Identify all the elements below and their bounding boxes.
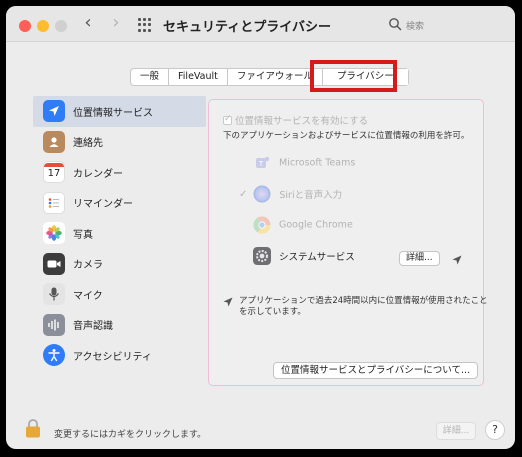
sidebar-item-label: 連絡先: [73, 138, 103, 150]
sidebar-item-contacts[interactable]: 連絡先: [33, 127, 206, 158]
search-input[interactable]: 検索: [406, 19, 424, 32]
privacy-tab-highlight: [310, 60, 397, 92]
lock-icon[interactable]: [25, 418, 41, 438]
list-item-app: ✓ Siriと音声入力: [239, 185, 342, 203]
lock-instruction-text: 変更するにはカギをクリックします。: [54, 430, 207, 440]
location-arrow-icon: [452, 255, 462, 265]
system-services-details-button[interactable]: 詳細...: [399, 251, 440, 266]
sidebar-item-microphone[interactable]: マイク: [33, 279, 206, 310]
sidebar-item-speech-recognition[interactable]: 音声認識: [33, 310, 206, 341]
tab-general[interactable]: 一般: [131, 69, 170, 85]
enable-location-checkbox[interactable]: [223, 114, 232, 125]
sidebar-item-accessibility[interactable]: アクセシビリティ: [33, 340, 206, 371]
search-icon[interactable]: [388, 17, 402, 31]
sidebar-item-label: カメラ: [73, 260, 103, 272]
sidebar-item-label: マイク: [73, 290, 103, 302]
recent-usage-note-line2: を示しています。: [239, 307, 306, 317]
contacts-icon: [43, 130, 65, 153]
photos-icon: [43, 222, 65, 245]
forward-chevron-icon[interactable]: ›: [106, 14, 126, 34]
speech-recognition-icon: [43, 313, 65, 336]
accessibility-icon: [43, 344, 65, 367]
calendar-icon: 17: [43, 161, 65, 184]
panel-description: 下のアプリケーションおよびサービスに位置情報の利用を許可。: [223, 131, 470, 141]
app-name: システムサービス: [279, 252, 355, 263]
recent-usage-note-line1: アプリケーションで過去24時間以内に位置情報が使用されたこと: [239, 296, 488, 306]
sidebar-item-label: アクセシビリティ: [73, 351, 152, 363]
sidebar-item-camera[interactable]: カメラ: [33, 249, 206, 280]
checkmark-icon[interactable]: ✓: [239, 189, 247, 200]
title-bar: ‹ › セキュリティとプライバシー 検索: [6, 6, 515, 42]
list-item-app: システムサービス: [253, 247, 355, 265]
footer-details-button[interactable]: 詳細...: [436, 422, 476, 440]
recent-usage-note: アプリケーションで過去24時間以内に位置情報が使用されたこと を示しています。: [239, 296, 488, 318]
tab-firewall[interactable]: ファイアウォール: [228, 69, 323, 85]
enable-location-checkbox-row[interactable]: 位置情報サービスを有効にする: [223, 113, 368, 127]
location-services-panel: 位置情報サービスを有効にする 下のアプリケーションおよびサービスに位置情報の利用…: [208, 99, 488, 386]
enable-location-label: 位置情報サービスを有効にする: [235, 116, 369, 127]
siri-icon: [253, 185, 271, 203]
sidebar-item-reminders[interactable]: リマインダー: [33, 188, 206, 219]
location-arrow-icon: [223, 297, 233, 307]
list-item-app: T Microsoft Teams: [253, 154, 355, 172]
svg-text:T: T: [258, 160, 264, 168]
calendar-date-label: 17: [47, 168, 61, 180]
tab-filevault[interactable]: FileVault: [169, 69, 228, 85]
window-title: セキュリティとプライバシー: [163, 20, 331, 35]
zoom-button[interactable]: [55, 20, 67, 32]
sidebar-item-location-services[interactable]: 位置情報サービス: [33, 96, 206, 127]
sidebar-item-label: 写真: [73, 229, 93, 241]
app-name: Siriと音声入力: [279, 190, 343, 201]
sidebar-item-label: リマインダー: [73, 199, 133, 211]
app-name: Google Chrome: [279, 219, 353, 231]
close-button[interactable]: [19, 20, 31, 32]
help-button[interactable]: ?: [485, 420, 505, 440]
sidebar-item-label: 位置情報サービス: [73, 107, 153, 119]
back-chevron-icon[interactable]: ‹: [78, 14, 98, 34]
sidebar-item-photos[interactable]: 写真: [33, 218, 206, 249]
chrome-icon: [253, 216, 271, 234]
camera-icon: [43, 252, 65, 275]
list-item-app: Google Chrome: [253, 216, 353, 234]
location-arrow-icon: [43, 100, 65, 123]
microphone-icon: [43, 283, 65, 306]
teams-icon: T: [256, 156, 270, 168]
system-services-icon: [253, 247, 271, 265]
show-all-grid-icon[interactable]: [138, 18, 152, 32]
privacy-sidebar: 位置情報サービス 連絡先 17 カレンダー リマインダー 写真 カメラ マイク …: [33, 96, 206, 386]
reminders-icon: [43, 191, 65, 214]
about-location-privacy-button[interactable]: 位置情報サービスとプライバシーについて...: [273, 362, 479, 379]
preferences-window: ‹ › セキュリティとプライバシー 検索 一般 FileVault ファイアウォ…: [6, 6, 515, 449]
sidebar-item-calendar[interactable]: 17 カレンダー: [33, 157, 206, 188]
sidebar-item-label: 音声認識: [73, 321, 113, 333]
app-name: Microsoft Teams: [279, 157, 356, 169]
sidebar-item-label: カレンダー: [73, 168, 123, 180]
minimize-button[interactable]: [37, 20, 49, 32]
